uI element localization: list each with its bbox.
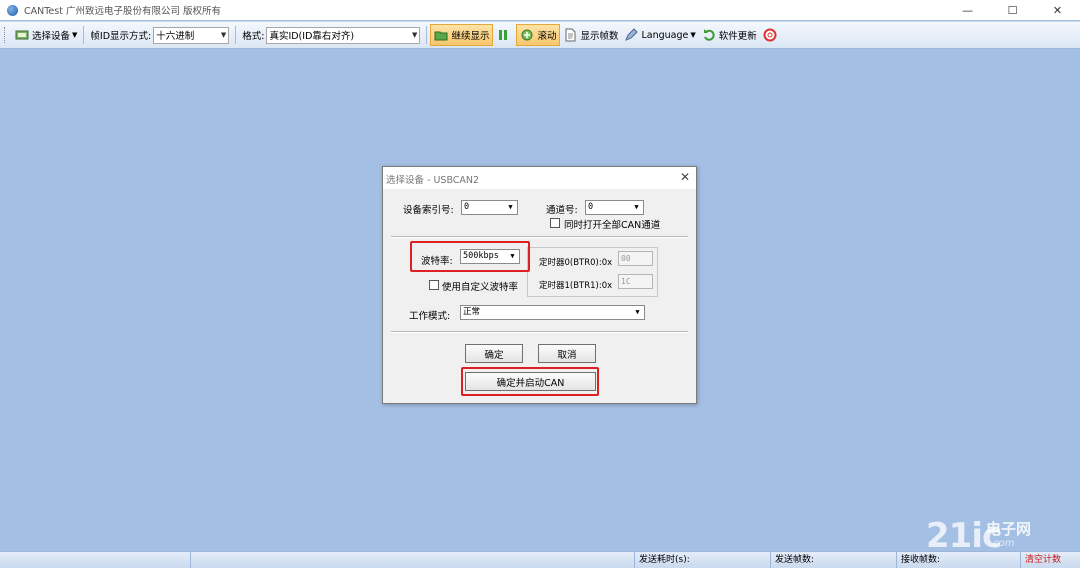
frame-id-format-label: 帧ID显示方式: bbox=[90, 31, 152, 42]
select-device-label: 选择设备 bbox=[32, 31, 71, 42]
main-toolbar: 选择设备 ▼ 帧ID显示方式: 十六进制 ▼ 格式: 真实ID(ID靠右对齐) … bbox=[0, 21, 1080, 49]
device-index-select[interactable]: 0 ▼ bbox=[461, 200, 518, 215]
continue-display-button[interactable]: 继续显示 bbox=[430, 24, 494, 46]
custom-baud-label: 使用自定义波特率 bbox=[442, 282, 519, 293]
pen-icon bbox=[625, 28, 639, 41]
device-index-value: 0 bbox=[464, 202, 470, 212]
chevron-down-icon: ▼ bbox=[631, 202, 642, 213]
status-bar: 发送耗时(s): 发送帧数: 接收帧数: 清空计数 bbox=[0, 551, 1080, 568]
display-frames-button[interactable]: 显示帧数 bbox=[560, 24, 621, 46]
software-update-button[interactable]: 软件更新 bbox=[699, 24, 760, 46]
pause-icon bbox=[499, 30, 508, 40]
timer1-field[interactable]: 1C bbox=[618, 274, 653, 289]
chevron-down-icon: ▼ bbox=[505, 202, 516, 213]
timer0-field[interactable]: 00 bbox=[618, 251, 653, 266]
baud-highlight-box bbox=[410, 241, 530, 272]
format-select[interactable]: 真实ID(ID靠右对齐) ▼ bbox=[266, 26, 421, 44]
document-icon bbox=[565, 28, 576, 42]
format-group: 格式: 真实ID(ID靠右对齐) ▼ bbox=[239, 24, 423, 46]
cancel-button[interactable]: 取消 bbox=[538, 344, 596, 363]
device-icon bbox=[15, 30, 29, 40]
minimize-button[interactable]: — bbox=[945, 0, 990, 20]
scroll-icon bbox=[521, 29, 533, 41]
divider bbox=[391, 331, 688, 333]
frame-id-format-select[interactable]: 十六进制 ▼ bbox=[153, 26, 230, 44]
status-divider bbox=[190, 552, 191, 568]
pause-button[interactable] bbox=[493, 24, 516, 46]
custom-baud-checkbox[interactable] bbox=[429, 280, 439, 290]
language-label: Language bbox=[641, 29, 689, 41]
channel-label: 通道号: bbox=[546, 205, 578, 216]
watermark-chinese: 电子网 bbox=[986, 520, 1032, 538]
open-all-channels-checkbox[interactable] bbox=[550, 218, 560, 228]
display-frames-label: 显示帧数 bbox=[580, 31, 619, 42]
language-button[interactable]: Language ▼ bbox=[621, 24, 698, 46]
scroll-button[interactable]: 滚动 bbox=[516, 24, 561, 46]
lifebuoy-icon bbox=[763, 28, 777, 42]
send-time-label: 发送耗时(s): bbox=[634, 552, 767, 568]
select-device-dialog: 选择设备 - USBCAN2 ✕ 设备索引号: 0 ▼ 通道号: 0 ▼ 同时打… bbox=[382, 166, 697, 404]
channel-select[interactable]: 0 ▼ bbox=[585, 200, 644, 215]
divider bbox=[391, 236, 688, 238]
chevron-down-icon: ▼ bbox=[72, 31, 78, 39]
refresh-icon bbox=[703, 29, 715, 41]
select-device-button[interactable]: 选择设备 ▼ bbox=[12, 24, 80, 46]
start-can-highlight-box bbox=[461, 367, 599, 396]
channel-value: 0 bbox=[588, 202, 594, 212]
format-value: 真实ID(ID靠右对齐) bbox=[269, 31, 355, 42]
dialog-titlebar: 选择设备 - USBCAN2 ✕ bbox=[383, 167, 696, 189]
close-button[interactable]: ✕ bbox=[1035, 0, 1080, 20]
ok-button[interactable]: 确定 bbox=[465, 344, 523, 363]
frame-id-format-group: 帧ID显示方式: 十六进制 ▼ bbox=[87, 24, 232, 46]
dialog-title: 选择设备 - USBCAN2 bbox=[386, 175, 480, 186]
watermark-logo: 21ic 电子网 .com bbox=[926, 516, 1074, 556]
frame-id-format-value: 十六进制 bbox=[156, 31, 195, 42]
toolbar-separator bbox=[235, 26, 237, 44]
work-mode-value: 正常 bbox=[463, 307, 481, 317]
window-titlebar: CANTest 广州致远电子股份有限公司 版权所有 — ☐ ✕ bbox=[0, 0, 1080, 20]
device-index-label: 设备索引号: bbox=[403, 205, 454, 216]
app-icon bbox=[7, 4, 18, 16]
dialog-close-button[interactable]: ✕ bbox=[680, 170, 690, 184]
open-all-channels-label: 同时打开全部CAN通道 bbox=[564, 220, 661, 231]
chevron-down-icon: ▼ bbox=[220, 31, 227, 39]
recv-frames-label: 接收帧数: bbox=[896, 552, 1011, 568]
format-label: 格式: bbox=[242, 31, 265, 42]
timer0-label: 定时器0(BTR0):0x bbox=[539, 258, 613, 268]
toolbar-separator bbox=[426, 26, 428, 44]
chevron-down-icon: ▼ bbox=[690, 31, 696, 39]
chevron-down-icon: ▼ bbox=[412, 31, 418, 39]
continue-display-label: 继续显示 bbox=[451, 31, 490, 42]
help-button[interactable] bbox=[760, 24, 783, 46]
window-controls: — ☐ ✕ bbox=[945, 0, 1080, 20]
toolbar-grip[interactable] bbox=[4, 27, 8, 43]
window-title: CANTest 广州致远电子股份有限公司 版权所有 bbox=[24, 6, 221, 17]
maximize-button[interactable]: ☐ bbox=[990, 0, 1035, 20]
timer1-label: 定时器1(BTR1):0x bbox=[539, 281, 613, 291]
send-frames-label: 发送帧数: bbox=[770, 552, 893, 568]
watermark-url: .com bbox=[990, 538, 1015, 549]
work-mode-label: 工作模式: bbox=[409, 311, 451, 322]
software-update-label: 软件更新 bbox=[718, 31, 757, 42]
work-mode-select[interactable]: 正常 ▼ bbox=[460, 305, 645, 320]
chevron-down-icon: ▼ bbox=[632, 307, 643, 318]
toolbar-separator bbox=[83, 26, 85, 44]
folder-play-icon bbox=[434, 31, 448, 41]
scroll-label: 滚动 bbox=[537, 31, 557, 42]
clear-count-button[interactable]: 清空计数 bbox=[1020, 552, 1077, 568]
